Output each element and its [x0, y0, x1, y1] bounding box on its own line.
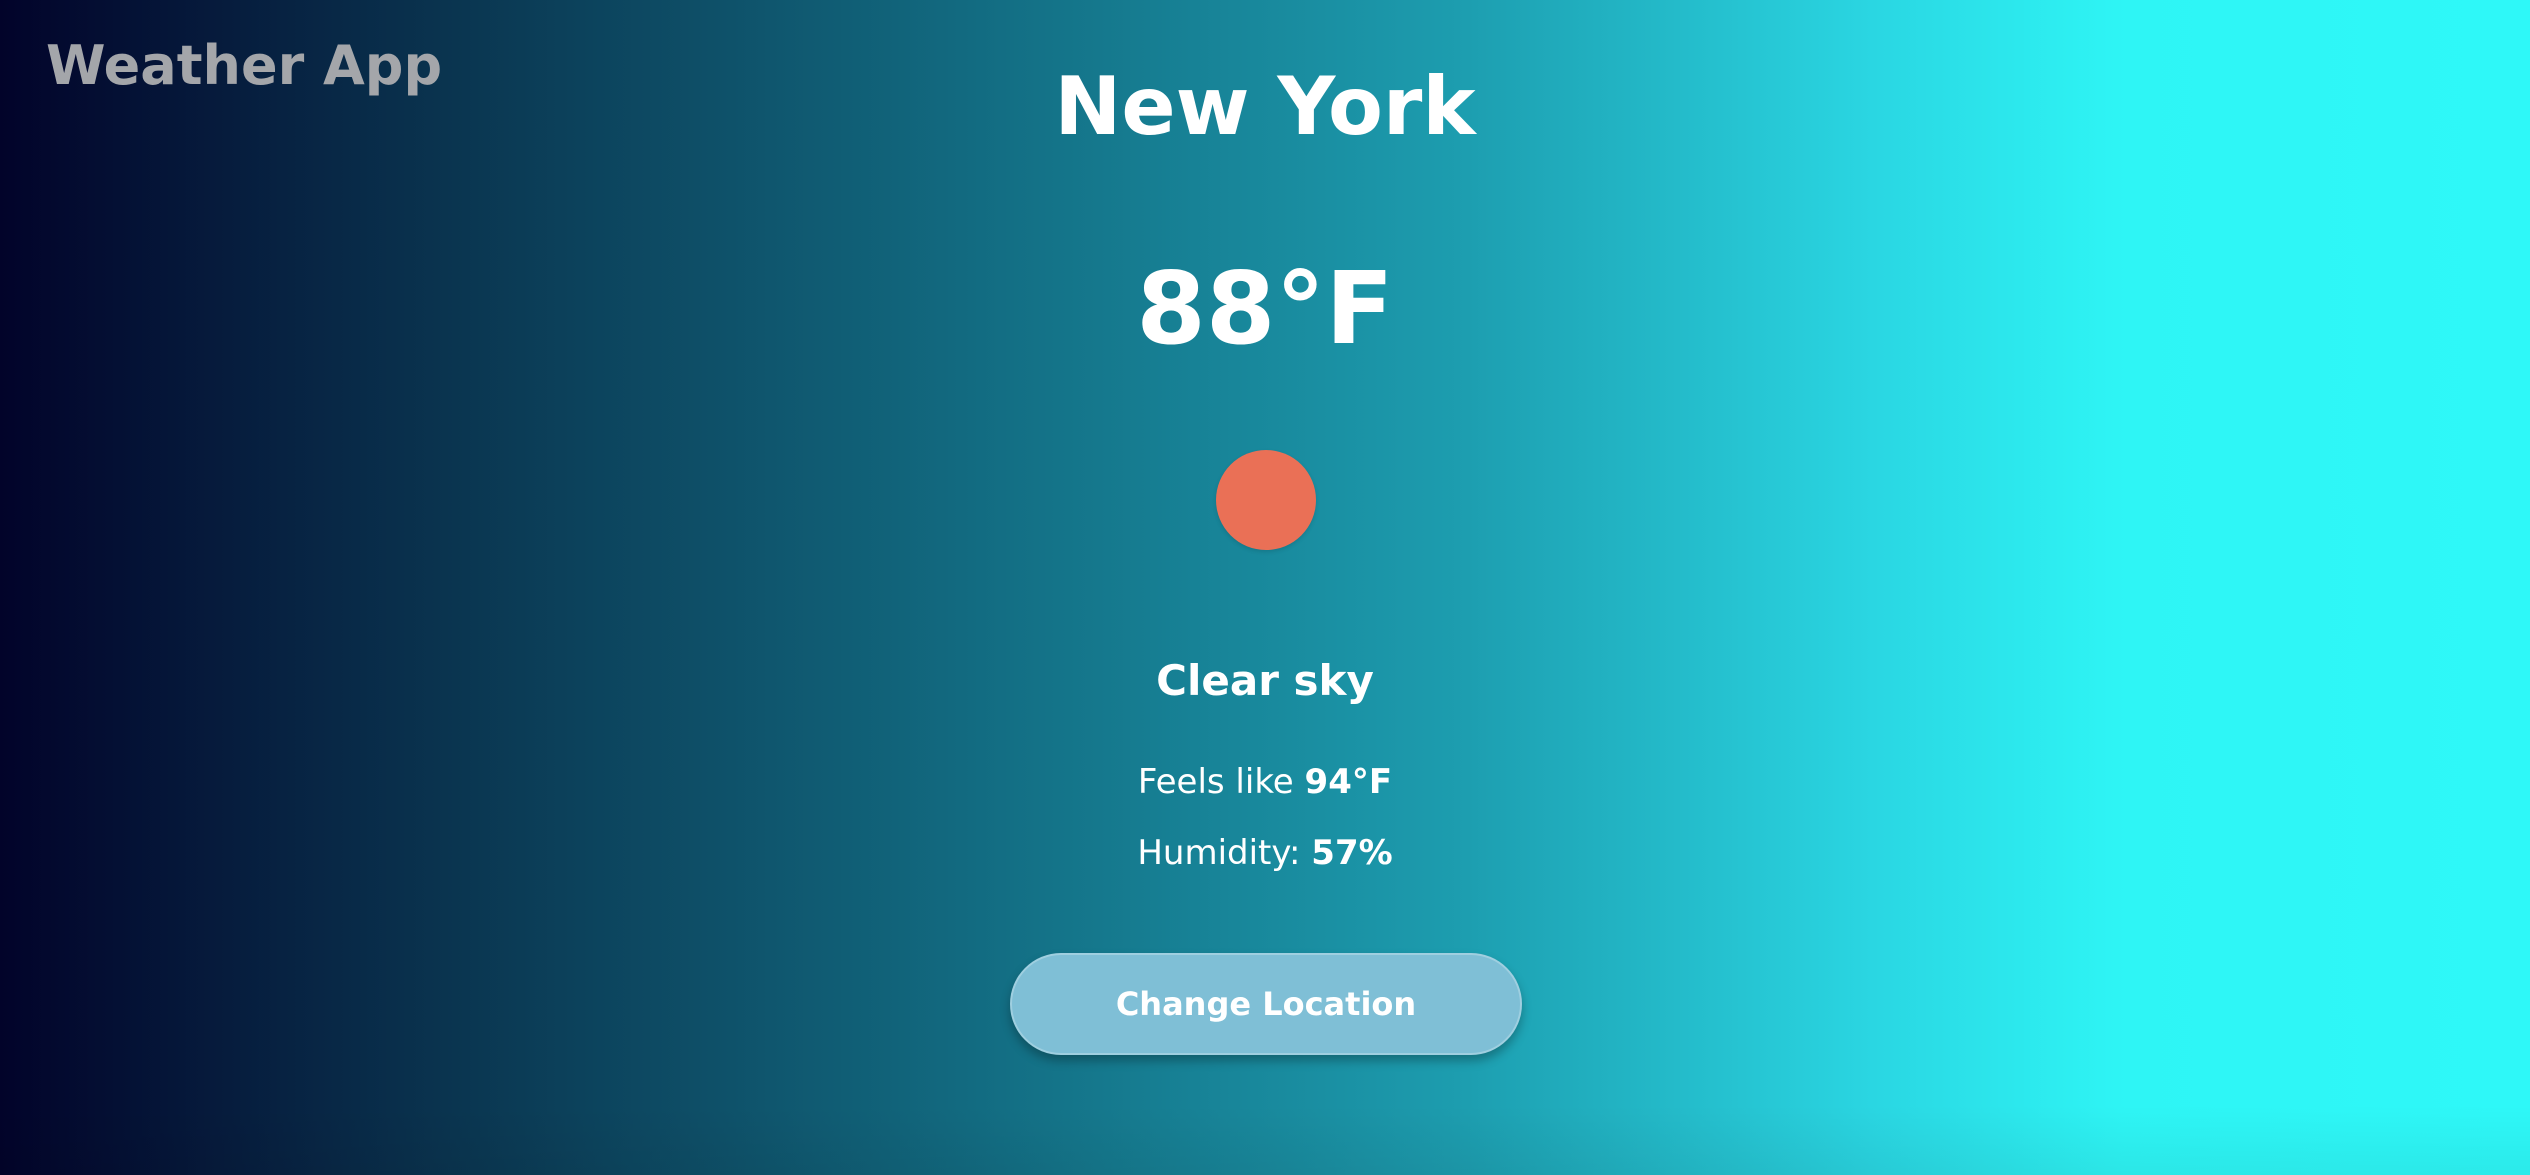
- change-location-button[interactable]: Change Location: [1010, 953, 1522, 1055]
- sun-icon: [1216, 450, 1316, 550]
- humidity-value: 57%: [1311, 833, 1393, 873]
- city-name: New York: [1054, 60, 1476, 153]
- feels-like-value: 94°F: [1304, 762, 1393, 802]
- feels-like: Feels like 94°F: [0, 762, 2530, 802]
- weather-condition: Clear sky: [1156, 656, 1374, 705]
- temperature: 88°F: [1136, 250, 1394, 367]
- feels-like-label: Feels like: [1137, 762, 1305, 802]
- humidity: Humidity: 57%: [0, 833, 2530, 873]
- bottom-shadow: [0, 1105, 2530, 1175]
- humidity-label: Humidity:: [1137, 833, 1312, 873]
